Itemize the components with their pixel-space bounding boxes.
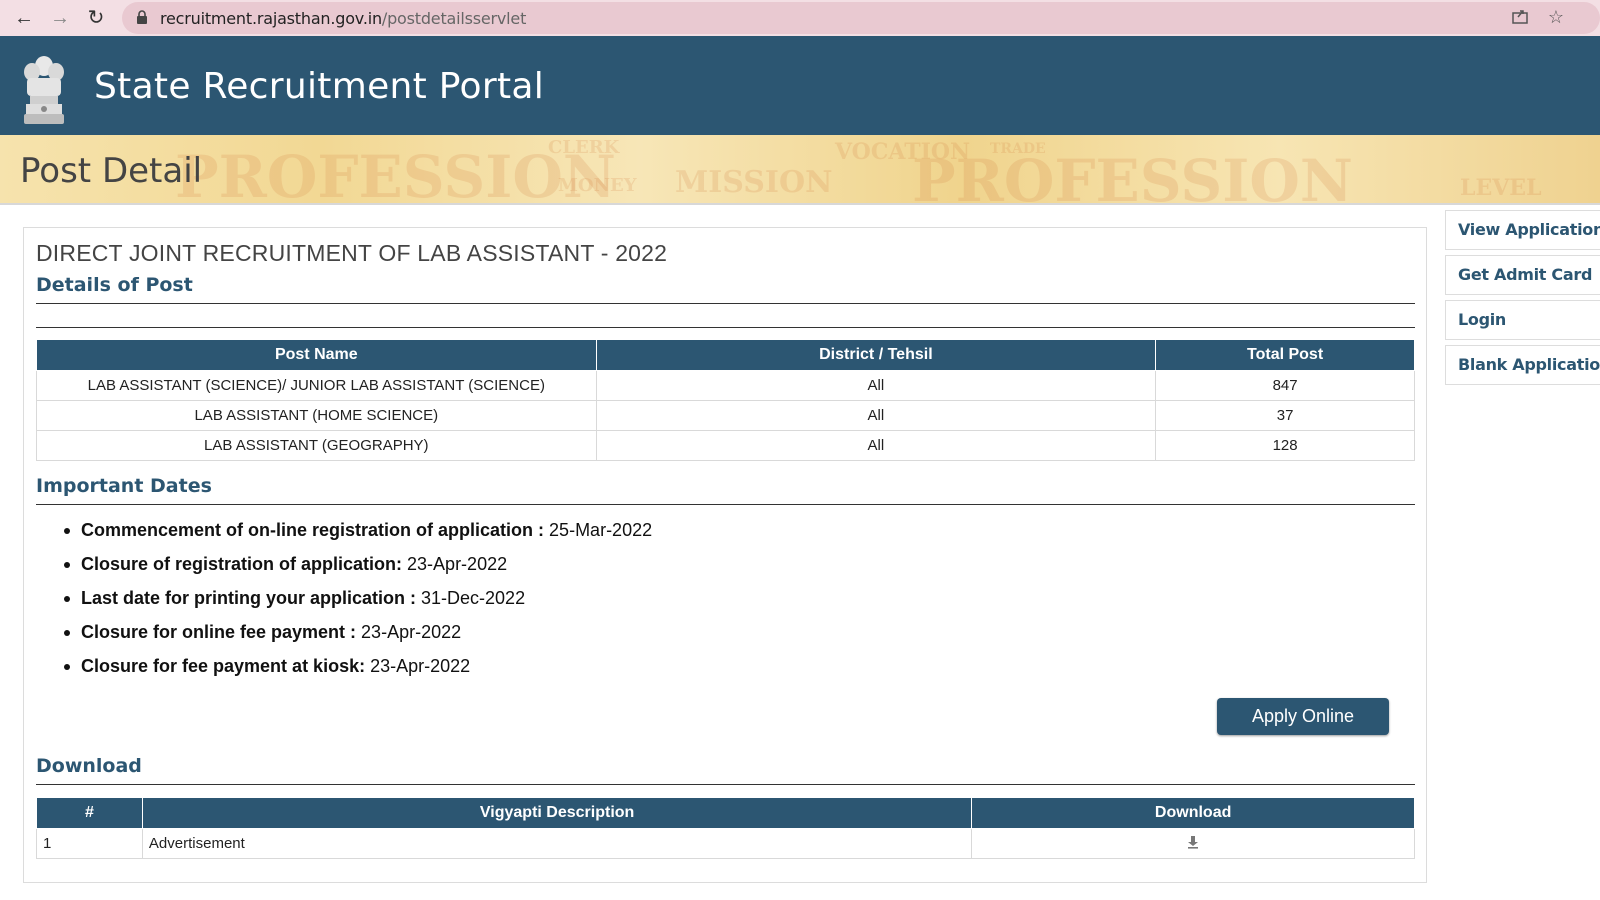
total-post-cell: 37 bbox=[1155, 400, 1415, 431]
date-label: Closure for online fee payment : bbox=[81, 622, 357, 642]
reload-icon[interactable]: ↻ bbox=[82, 4, 110, 32]
divider bbox=[36, 327, 1415, 328]
download-cell bbox=[971, 828, 1415, 859]
address-bar[interactable]: recruitment.rajasthan.gov.in/postdetails… bbox=[122, 2, 1600, 34]
share-icon[interactable] bbox=[1509, 6, 1531, 28]
banner-decor-word: MONEY bbox=[558, 175, 637, 196]
banner-decor-word: PROFESSION bbox=[912, 147, 1353, 205]
site-header: State Recruitment Portal bbox=[0, 36, 1600, 135]
download-icon[interactable] bbox=[1187, 835, 1199, 849]
date-item: Closure for online fee payment : 23-Apr-… bbox=[64, 622, 652, 656]
table-row: LAB ASSISTANT (HOME SCIENCE) All 37 bbox=[36, 400, 1415, 431]
banner-decor-word: LEVEL bbox=[1460, 175, 1542, 201]
date-item: Closure of registration of application: … bbox=[64, 554, 652, 588]
table-row: LAB ASSISTANT (GEOGRAPHY) All 128 bbox=[36, 430, 1415, 461]
details-heading: Details of Post bbox=[36, 274, 193, 296]
date-label: Closure of registration of application: bbox=[81, 554, 403, 574]
important-dates-heading: Important Dates bbox=[36, 475, 212, 497]
important-dates-list: Commencement of on-line registration of … bbox=[64, 520, 652, 690]
divider bbox=[36, 784, 1415, 785]
view-application-button[interactable]: View Application bbox=[1445, 210, 1600, 250]
post-table: Post Name District / Tehsil Total Post L… bbox=[36, 339, 1415, 461]
date-value: 23-Apr-2022 bbox=[365, 656, 471, 676]
url-path: /postdetailsservlet bbox=[381, 9, 527, 28]
date-value: 23-Apr-2022 bbox=[356, 622, 462, 642]
blank-application-button[interactable]: Blank Application bbox=[1445, 345, 1600, 385]
bullet bbox=[64, 562, 70, 568]
page-banner: PROFESSION CLERK MONEY MISSION VOCATION … bbox=[0, 135, 1600, 205]
back-arrow-icon[interactable]: ← bbox=[10, 4, 38, 32]
date-value: 25-Mar-2022 bbox=[544, 520, 653, 540]
column-header: Download bbox=[971, 797, 1415, 829]
district-cell: All bbox=[595, 370, 1157, 401]
divider bbox=[36, 303, 1415, 304]
column-header: Post Name bbox=[36, 339, 597, 371]
bullet bbox=[64, 630, 70, 636]
bullet bbox=[64, 528, 70, 534]
column-header: Vigyapti Description bbox=[141, 797, 973, 829]
url-domain: recruitment.rajasthan.gov.in bbox=[160, 9, 382, 28]
site-title: State Recruitment Portal bbox=[94, 66, 545, 107]
date-label: Closure for fee payment at kiosk: bbox=[81, 656, 366, 676]
column-header: # bbox=[36, 797, 143, 829]
date-label: Commencement of on-line registration of … bbox=[81, 520, 545, 540]
download-heading: Download bbox=[36, 755, 142, 777]
bullet bbox=[64, 664, 70, 670]
get-admit-card-button[interactable]: Get Admit Card bbox=[1445, 255, 1600, 295]
date-item: Closure for fee payment at kiosk: 23-Apr… bbox=[64, 656, 652, 690]
download-table: # Vigyapti Description Download 1 Advert… bbox=[36, 797, 1415, 859]
date-value: 23-Apr-2022 bbox=[402, 554, 508, 574]
post-detail-panel: DIRECT JOINT RECRUITMENT OF LAB ASSISTAN… bbox=[23, 227, 1427, 883]
url-text: recruitment.rajasthan.gov.in/postdetails… bbox=[160, 9, 526, 28]
district-cell: All bbox=[595, 400, 1157, 431]
total-post-cell: 847 bbox=[1155, 370, 1415, 401]
post-title: DIRECT JOINT RECRUITMENT OF LAB ASSISTAN… bbox=[36, 240, 668, 266]
post-name-cell: LAB ASSISTANT (SCIENCE)/ JUNIOR LAB ASSI… bbox=[36, 370, 597, 401]
divider bbox=[36, 504, 1415, 505]
apply-online-button[interactable]: Apply Online bbox=[1217, 698, 1389, 735]
page-title: Post Detail bbox=[20, 151, 203, 191]
table-row: 1 Advertisement bbox=[36, 828, 1415, 859]
table-header-row: # Vigyapti Description Download bbox=[36, 797, 1415, 829]
banner-decor-word: CLERK bbox=[548, 137, 620, 158]
date-label: Last date for printing your application … bbox=[81, 588, 417, 608]
login-button[interactable]: Login bbox=[1445, 300, 1600, 340]
description-cell: Advertisement bbox=[141, 828, 973, 859]
national-emblem-icon bbox=[18, 52, 70, 126]
date-item: Last date for printing your application … bbox=[64, 588, 652, 622]
date-item: Commencement of on-line registration of … bbox=[64, 520, 652, 554]
browser-bar: ← → ↻ recruitment.rajasthan.gov.in/postd… bbox=[0, 0, 1600, 36]
table-header-row: Post Name District / Tehsil Total Post bbox=[36, 339, 1415, 371]
lock-icon bbox=[137, 10, 147, 24]
date-value: 31-Dec-2022 bbox=[416, 588, 526, 608]
post-name-cell: LAB ASSISTANT (GEOGRAPHY) bbox=[36, 430, 597, 461]
forward-arrow-icon[interactable]: → bbox=[46, 4, 74, 32]
table-row: LAB ASSISTANT (SCIENCE)/ JUNIOR LAB ASSI… bbox=[36, 370, 1415, 401]
district-cell: All bbox=[595, 430, 1157, 461]
total-post-cell: 128 bbox=[1155, 430, 1415, 461]
bullet bbox=[64, 596, 70, 602]
banner-decor-word: MISSION bbox=[675, 165, 833, 200]
index-cell: 1 bbox=[36, 828, 143, 859]
bookmark-star-icon[interactable]: ☆ bbox=[1545, 6, 1567, 28]
post-name-cell: LAB ASSISTANT (HOME SCIENCE) bbox=[36, 400, 597, 431]
column-header: Total Post bbox=[1155, 339, 1415, 371]
column-header: District / Tehsil bbox=[595, 339, 1157, 371]
